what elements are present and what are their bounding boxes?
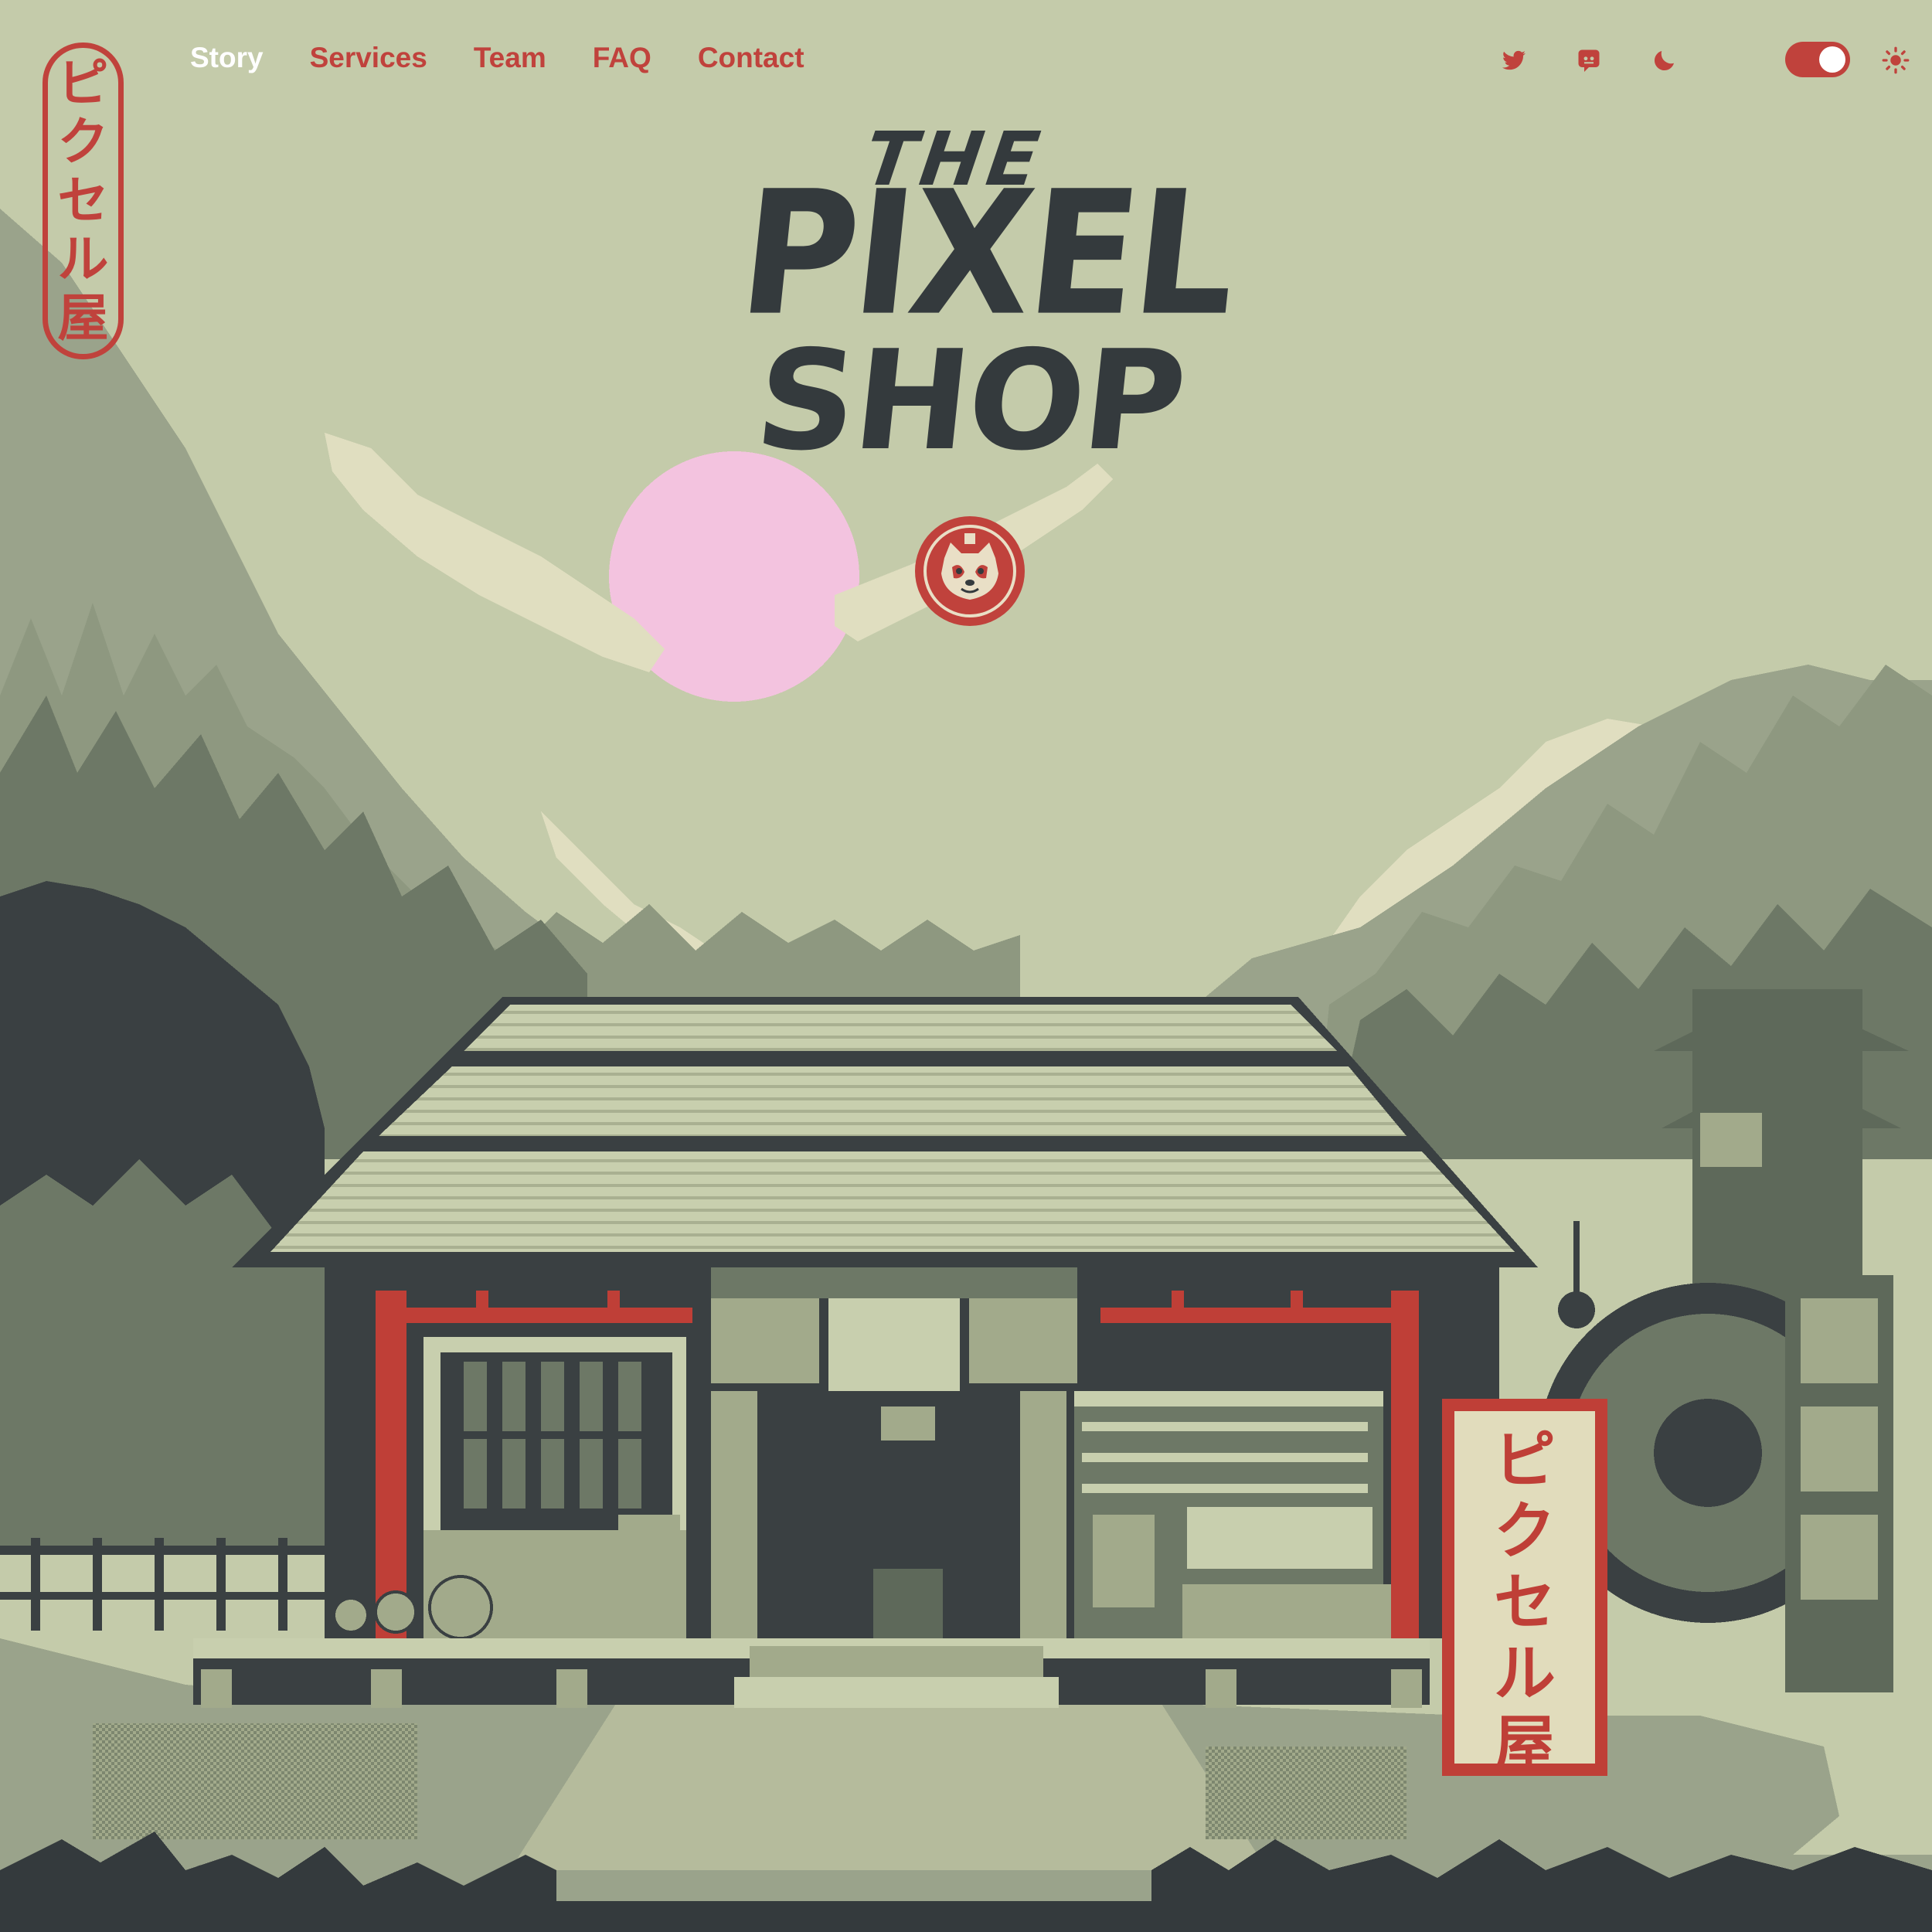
nav-story[interactable]: Story [190, 42, 264, 74]
logo-char: セ [57, 171, 109, 230]
nav-team[interactable]: Team [474, 42, 546, 74]
shop-sign: ピ ク セ ル 屋 [1442, 1399, 1607, 1781]
hero-title: THE PIXEL SHOP [731, 116, 1243, 487]
red-panda-icon [923, 525, 1016, 617]
sign-char: セ [1494, 1566, 1556, 1638]
nav-contact[interactable]: Contact [698, 42, 804, 74]
nav-faq[interactable]: FAQ [593, 42, 651, 74]
hero-page: ピ ク セ ル 屋 ピ ク セ ル 屋 Story Services Team … [0, 0, 1932, 1932]
twitter-icon[interactable] [1500, 46, 1528, 74]
shop-sign-text: ピ ク セ ル 屋 [1442, 1425, 1607, 1781]
main-nav: Story Services Team FAQ Contact [190, 42, 804, 74]
nav-services[interactable]: Services [310, 42, 427, 74]
ground-dither [93, 1723, 417, 1839]
sign-char: 屋 [1494, 1709, 1556, 1781]
theme-toggle[interactable] [1785, 42, 1850, 77]
sun-icon[interactable] [1882, 46, 1910, 74]
sign-char: ピ [1494, 1424, 1556, 1496]
sign-char: ク [1494, 1495, 1556, 1567]
discord-icon[interactable] [1575, 46, 1603, 74]
logo-char: ル [57, 230, 109, 289]
title-shop: SHOP [749, 321, 1192, 481]
moon-icon[interactable] [1651, 46, 1679, 74]
red-panda-badge[interactable] [915, 516, 1025, 626]
header-utilities [1468, 40, 1932, 79]
logo-char: 屋 [57, 288, 109, 348]
path [510, 1700, 1267, 1870]
toggle-knob [1819, 46, 1845, 73]
logo-char: ク [57, 112, 109, 172]
logo-char: ピ [57, 53, 109, 113]
sign-char: ル [1494, 1638, 1556, 1709]
vertical-logo[interactable]: ピ ク セ ル 屋 [43, 43, 124, 359]
